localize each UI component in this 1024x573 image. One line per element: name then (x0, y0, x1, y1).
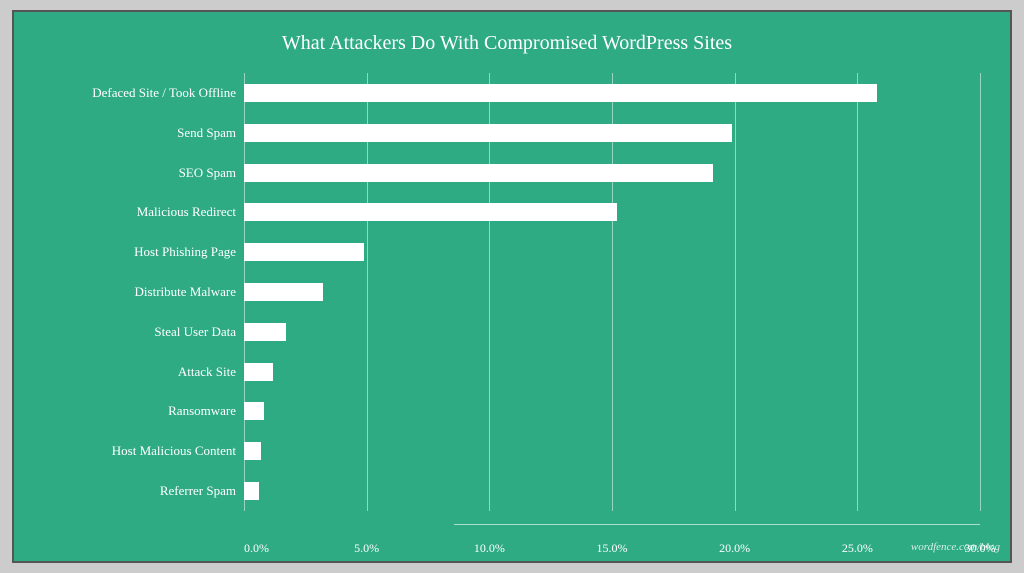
grid-line-25 (857, 73, 858, 511)
y-label-3: Malicious Redirect (34, 192, 244, 232)
bar-5 (244, 283, 323, 301)
chart-container: What Attackers Do With Compromised WordP… (12, 10, 1012, 563)
y-label-0: Defaced Site / Took Offline (34, 73, 244, 113)
grid-line-10 (489, 73, 490, 511)
x-tick-3: 15.0% (597, 541, 628, 556)
y-labels: Defaced Site / Took OfflineSend SpamSEO … (34, 73, 244, 511)
grid-line-0 (244, 73, 245, 511)
y-label-5: Distribute Malware (34, 272, 244, 312)
bar-10 (244, 482, 259, 500)
y-label-8: Ransomware (34, 392, 244, 432)
chart-title: What Attackers Do With Compromised WordP… (34, 32, 980, 55)
y-label-4: Host Phishing Page (34, 232, 244, 272)
bar-6 (244, 323, 286, 341)
y-label-9: Host Malicious Content (34, 431, 244, 471)
x-tick-2: 10.0% (474, 541, 505, 556)
bar-3 (244, 203, 617, 221)
watermark: wordfence.com/blog (911, 541, 1000, 553)
bar-7 (244, 363, 273, 381)
x-tick-0: 0.0% (244, 541, 269, 556)
x-tick-5: 25.0% (842, 541, 873, 556)
bars-area (244, 73, 980, 511)
bar-1 (244, 124, 732, 142)
bar-8 (244, 402, 264, 420)
y-label-1: Send Spam (34, 113, 244, 153)
bar-0 (244, 84, 877, 102)
chart-body: Defaced Site / Took OfflineSend SpamSEO … (34, 73, 980, 511)
grid-line-5 (367, 73, 368, 511)
grid-line-20 (735, 73, 736, 511)
bar-4 (244, 243, 364, 261)
x-tick-1: 5.0% (354, 541, 379, 556)
bar-9 (244, 442, 261, 460)
grid-line-30 (980, 73, 981, 511)
y-label-10: Referrer Spam (34, 471, 244, 511)
x-tick-4: 20.0% (719, 541, 750, 556)
grid-line-15 (612, 73, 613, 511)
x-axis-line (454, 524, 980, 525)
y-label-6: Steal User Data (34, 312, 244, 352)
y-label-2: SEO Spam (34, 153, 244, 193)
y-label-7: Attack Site (34, 352, 244, 392)
bar-2 (244, 164, 713, 182)
